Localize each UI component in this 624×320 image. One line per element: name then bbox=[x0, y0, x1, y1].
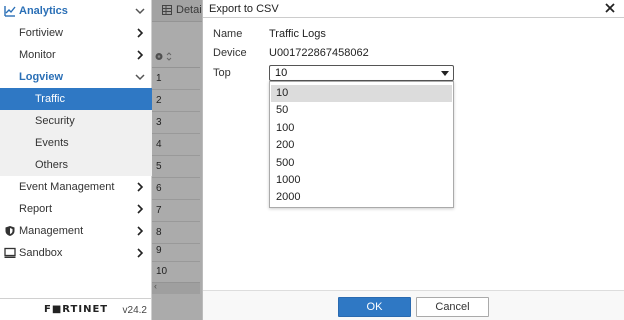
chevron-down-icon bbox=[135, 74, 145, 81]
name-label: Name bbox=[213, 28, 243, 40]
fortinet-logo: F■RTINET bbox=[44, 304, 109, 315]
top-option-10[interactable]: 10 bbox=[271, 85, 452, 102]
nav-analytics-label: Analytics bbox=[19, 5, 68, 17]
monitor-icon bbox=[4, 247, 16, 258]
top-label: Top bbox=[213, 67, 231, 79]
ok-button[interactable]: OK bbox=[338, 297, 411, 317]
top-option-2000[interactable]: 2000 bbox=[271, 189, 452, 206]
shield-icon bbox=[5, 226, 15, 236]
chevron-right-icon bbox=[137, 182, 144, 192]
nav-report[interactable]: Report bbox=[0, 198, 152, 220]
nav-monitor-label: Monitor bbox=[19, 49, 56, 61]
dialog-footer: OK Cancel bbox=[203, 290, 624, 320]
nav-events-label: Events bbox=[35, 137, 69, 149]
chevron-down-icon bbox=[135, 8, 145, 15]
sidebar-footer: F■RTINET v24.2 bbox=[0, 298, 152, 320]
nav-event-management-label: Event Management bbox=[19, 181, 115, 193]
chevron-right-icon bbox=[137, 50, 144, 60]
nav-logview-label: Logview bbox=[19, 71, 64, 83]
nav-others-label: Others bbox=[35, 159, 69, 171]
version-label: v24.2 bbox=[122, 305, 147, 316]
nav-monitor[interactable]: Monitor bbox=[0, 44, 152, 66]
top-option-200[interactable]: 200 bbox=[271, 137, 452, 154]
chevron-right-icon bbox=[137, 248, 144, 258]
top-option-100[interactable]: 100 bbox=[271, 120, 452, 137]
caret-down-icon bbox=[441, 71, 449, 76]
top-option-1000[interactable]: 1000 bbox=[271, 172, 452, 189]
chevron-right-icon bbox=[137, 28, 144, 38]
device-label: Device bbox=[213, 47, 247, 59]
chevron-right-icon bbox=[137, 204, 144, 214]
nav-logview-others[interactable]: Others bbox=[0, 154, 152, 176]
export-csv-dialog: Export to CSV Name Traffic Logs Device U… bbox=[202, 0, 624, 320]
nav-logview-events[interactable]: Events bbox=[0, 132, 152, 154]
nav-logview[interactable]: Logview bbox=[0, 66, 152, 88]
nav-security-label: Security bbox=[35, 115, 75, 127]
nav-fortiview[interactable]: Fortiview bbox=[0, 22, 152, 44]
top-option-50[interactable]: 50 bbox=[271, 102, 452, 119]
nav-event-management[interactable]: Event Management bbox=[0, 176, 152, 198]
nav-report-label: Report bbox=[19, 203, 53, 215]
chevron-right-icon bbox=[137, 226, 144, 236]
nav-sandbox-label: Sandbox bbox=[19, 247, 63, 259]
nav-logview-traffic[interactable]: Traffic bbox=[0, 88, 152, 110]
analytics-icon bbox=[4, 6, 16, 17]
dialog-titlebar: Export to CSV bbox=[203, 0, 624, 18]
top-dropdown-list: 10 50 100 200 500 1000 2000 bbox=[269, 81, 454, 208]
nav-sandbox[interactable]: Sandbox bbox=[0, 242, 152, 264]
close-icon[interactable] bbox=[604, 2, 616, 14]
device-value: U001722867458062 bbox=[269, 47, 369, 59]
top-select[interactable]: 10 bbox=[269, 65, 454, 81]
nav-fortiview-label: Fortiview bbox=[19, 27, 64, 39]
dialog-title: Export to CSV bbox=[209, 3, 279, 15]
nav-traffic-label: Traffic bbox=[35, 93, 65, 105]
top-select-value: 10 bbox=[275, 67, 288, 79]
nav-analytics[interactable]: Analytics bbox=[0, 0, 152, 22]
cancel-button[interactable]: Cancel bbox=[416, 297, 489, 317]
name-value: Traffic Logs bbox=[269, 28, 326, 40]
nav-logview-security[interactable]: Security bbox=[0, 110, 152, 132]
sidebar: Analytics Fortiview Monitor Logview Traf… bbox=[0, 0, 152, 320]
nav-management[interactable]: Management bbox=[0, 220, 152, 242]
top-option-500[interactable]: 500 bbox=[271, 155, 452, 172]
nav-management-label: Management bbox=[19, 225, 84, 237]
